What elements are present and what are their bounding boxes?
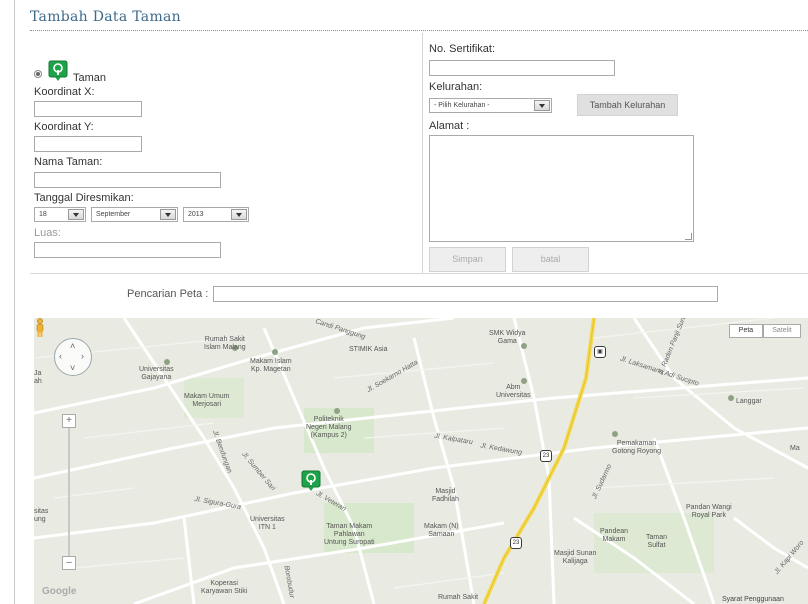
tanggal-day-select[interactable]: 18 — [34, 207, 86, 222]
map-label: Taman Makam Pahlawan Untung Suropati — [324, 523, 375, 546]
map-label: Universitas ITN 1 — [250, 516, 285, 531]
chevron-down-icon — [231, 209, 247, 220]
map-label: Rumah Sakit Islam Malang — [204, 336, 246, 351]
pan-left-icon[interactable]: ‹ — [59, 351, 62, 361]
nama-taman-input[interactable] — [34, 172, 221, 188]
title-divider — [30, 30, 808, 32]
map-label: Politeknik Negeri Malang (Kampus 2) — [306, 416, 352, 439]
section-divider — [30, 273, 808, 274]
left-border — [14, 0, 15, 604]
map-label: Koperasi Karyawan Stiki — [201, 580, 248, 595]
no-sertifikat-input[interactable] — [429, 60, 615, 76]
koordinat-y-input[interactable] — [34, 136, 142, 152]
map-label: Pandean Makam — [600, 528, 629, 543]
chevron-down-icon — [534, 100, 550, 111]
pan-up-icon[interactable]: ˄ — [70, 341, 75, 351]
map-type-satelit[interactable]: Satelit — [763, 324, 801, 338]
kelurahan-label: Kelurahan: — [429, 81, 483, 93]
tanggal-year-select[interactable]: 2013 — [183, 207, 249, 222]
map-label: Abm Universitas — [496, 384, 531, 399]
terms-link[interactable]: Syarat Penggunaan — [722, 596, 784, 604]
map-label: sitas ung — [34, 508, 49, 523]
poi-icon — [728, 395, 734, 401]
alamat-label: Alamat : — [429, 120, 470, 132]
page-title: Tambah Data Taman — [30, 9, 181, 25]
map-label: Makam Islam Kp. Magetan — [250, 358, 292, 373]
no-sertifikat-label: No. Sertifikat: — [429, 43, 496, 55]
map-roads — [34, 318, 808, 604]
tanggal-year-value: 2013 — [188, 211, 204, 218]
park-marker-icon[interactable] — [301, 470, 321, 492]
kelurahan-select[interactable]: - Pilih Kelurahan - — [429, 98, 552, 113]
poi-icon — [334, 408, 340, 414]
pan-control-icon[interactable]: ˄ ˅ ‹ › — [54, 338, 92, 376]
map-label: SMK Widya Gama — [489, 330, 526, 345]
taman-radio-label: Taman — [73, 72, 107, 84]
chevron-down-icon — [68, 209, 84, 220]
map-label: Masjid Fadhilah — [432, 488, 459, 503]
map-canvas[interactable]: Peta Satelit ˄ ˅ ‹ › + – ▣ 23 23 Rumah S… — [34, 318, 808, 604]
route-23-shield-icon: 23 — [510, 537, 522, 549]
pegman-icon[interactable] — [34, 318, 46, 338]
map-search-input[interactable] — [213, 286, 718, 302]
route-23-shield-icon: 23 — [540, 450, 552, 462]
taman-radio[interactable] — [34, 70, 42, 78]
column-divider — [422, 33, 423, 273]
map-search-label: Pencarian Peta : — [127, 288, 209, 300]
nama-taman-label: Nama Taman: — [34, 156, 103, 168]
map-label: Pemakaman Gotong Royong — [612, 440, 662, 455]
poi-icon — [164, 359, 170, 365]
koordinat-x-label: Koordinat X: — [34, 86, 95, 98]
koordinat-x-input[interactable] — [34, 101, 142, 117]
tanggal-month-select[interactable]: September — [91, 207, 178, 222]
koordinat-y-label: Koordinat Y: — [34, 121, 94, 133]
batal-button[interactable]: batal — [512, 247, 589, 272]
park-marker-icon — [48, 60, 68, 81]
chevron-down-icon — [160, 209, 176, 220]
map-label: STIMIK Asia — [349, 346, 388, 353]
map-label: Ma — [790, 445, 800, 452]
poi-icon — [612, 431, 618, 437]
tambah-kelurahan-button[interactable]: Tambah Kelurahan — [577, 94, 678, 116]
map-label: Masjid Sunan Kalijaga — [554, 550, 597, 565]
tanggal-day-value: 18 — [39, 211, 47, 218]
pan-down-icon[interactable]: ˅ — [70, 363, 75, 373]
zoom-in-button[interactable]: + — [62, 414, 76, 428]
map-label: Universitas Gajayana — [139, 366, 174, 381]
simpan-button[interactable]: Simpan — [429, 247, 506, 272]
bus-stop-icon: ▣ — [594, 346, 606, 358]
map-label: Taman Sulfat — [646, 534, 668, 549]
luas-input[interactable] — [34, 242, 221, 258]
tanggal-label: Tanggal Diresmikan: — [34, 192, 134, 204]
map-label: Makam (N) Samaan — [424, 523, 459, 538]
google-logo: Google — [42, 586, 77, 597]
map-label: Makam Umum Merjosari — [184, 393, 230, 408]
kelurahan-value: - Pilih Kelurahan - — [434, 102, 490, 109]
alamat-textarea[interactable] — [429, 135, 694, 242]
luas-label: Luas: — [34, 227, 61, 239]
map-label: Pandan Wangi Royal Park — [686, 504, 732, 519]
map-label: Rumah Sakit — [438, 594, 479, 601]
zoom-slider[interactable] — [68, 428, 70, 556]
pan-right-icon[interactable]: › — [81, 351, 84, 361]
map-label: Ja ah — [34, 370, 42, 385]
resize-grip-icon[interactable] — [685, 233, 692, 240]
map-type-peta[interactable]: Peta — [729, 324, 763, 338]
zoom-out-button[interactable]: – — [62, 556, 76, 570]
poi-icon — [272, 349, 278, 355]
tanggal-month-value: September — [96, 211, 131, 218]
map-label: Langgar — [736, 398, 762, 405]
